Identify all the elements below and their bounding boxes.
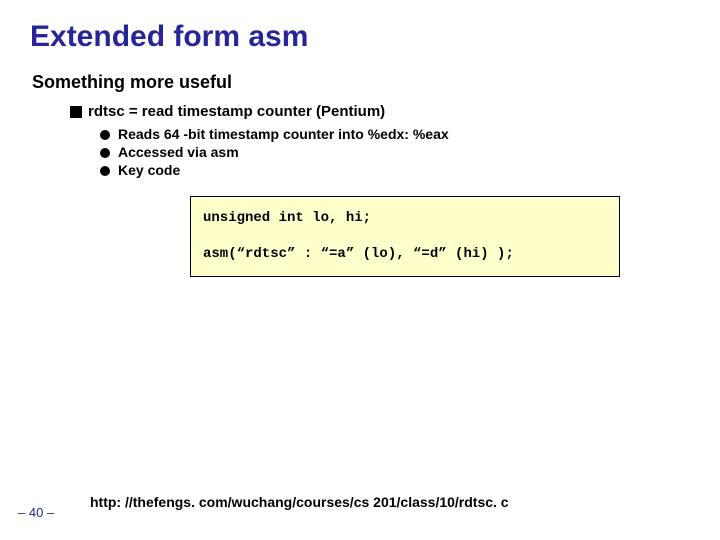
footer-url: http: //thefengs. com/wuchang/courses/cs… — [90, 494, 509, 510]
square-bullet-icon — [70, 106, 82, 118]
list-item: rdtsc = read timestamp counter (Pentium) — [70, 103, 690, 120]
code-line: unsigned int lo, hi; — [203, 207, 607, 229]
code-block: unsigned int lo, hi; asm(“rdtsc” : “=a” … — [190, 196, 620, 277]
list-item-text: Accessed via asm — [118, 144, 239, 160]
list-item-text: Reads 64 -bit timestamp counter into %ed… — [118, 126, 449, 142]
page-number: – 40 – — [18, 505, 54, 520]
list-item-text: rdtsc = read timestamp counter (Pentium) — [88, 103, 385, 120]
list-item: Key code — [100, 162, 690, 178]
list-item-text: Key code — [118, 162, 180, 178]
code-line: asm(“rdtsc” : “=a” (lo), “=d” (hi) ); — [203, 243, 607, 265]
circle-bullet-icon — [100, 148, 110, 158]
circle-bullet-icon — [100, 166, 110, 176]
slide-title: Extended form asm — [30, 20, 690, 54]
circle-bullet-icon — [100, 130, 110, 140]
list-item: Accessed via asm — [100, 144, 690, 160]
list-item: Reads 64 -bit timestamp counter into %ed… — [100, 126, 690, 142]
section-heading: Something more useful — [32, 72, 690, 93]
